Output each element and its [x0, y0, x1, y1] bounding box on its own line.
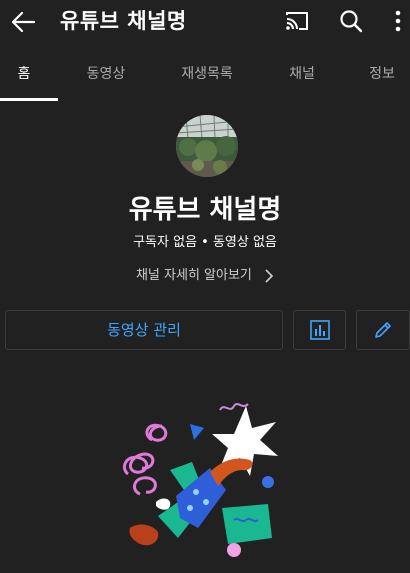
- channel-avatar[interactable]: [176, 115, 238, 177]
- tab-channels[interactable]: 채널: [280, 56, 324, 100]
- back-arrow-icon[interactable]: [8, 7, 38, 37]
- edit-channel-button[interactable]: [356, 310, 410, 350]
- tab-about[interactable]: 정보: [358, 56, 406, 100]
- cast-icon[interactable]: [284, 8, 310, 34]
- about-channel-link[interactable]: 채널 자세히 알아보기: [0, 265, 410, 287]
- page-title: 유튜브 채널명: [60, 9, 187, 33]
- more-vert-icon[interactable]: [389, 8, 407, 34]
- chevron-right-icon: [265, 268, 274, 283]
- tab-playlists[interactable]: 재생목록: [170, 56, 244, 100]
- analytics-button[interactable]: [293, 310, 346, 350]
- tab-home[interactable]: 홈: [0, 56, 48, 100]
- channel-name: 유튜브 채널명: [128, 195, 282, 225]
- about-channel-label: 채널 자세히 알아보기: [135, 268, 252, 283]
- tab-videos[interactable]: 동영상: [78, 56, 134, 100]
- search-icon[interactable]: [338, 8, 364, 34]
- empty-channel-illustration: [123, 403, 278, 557]
- channel-tabs: 홈 동영상 재생목록 채널 정보: [0, 56, 410, 102]
- manage-videos-label: 동영상 관리: [107, 321, 181, 339]
- bar-chart-icon: [309, 320, 330, 340]
- active-tab-indicator: [0, 98, 58, 101]
- manage-videos-button[interactable]: 동영상 관리: [5, 310, 283, 350]
- pencil-icon: [375, 322, 391, 338]
- channel-stats: 구독자 없음 • 동영상 없음: [133, 235, 277, 250]
- app-header: 유튜브 채널명: [0, 0, 410, 44]
